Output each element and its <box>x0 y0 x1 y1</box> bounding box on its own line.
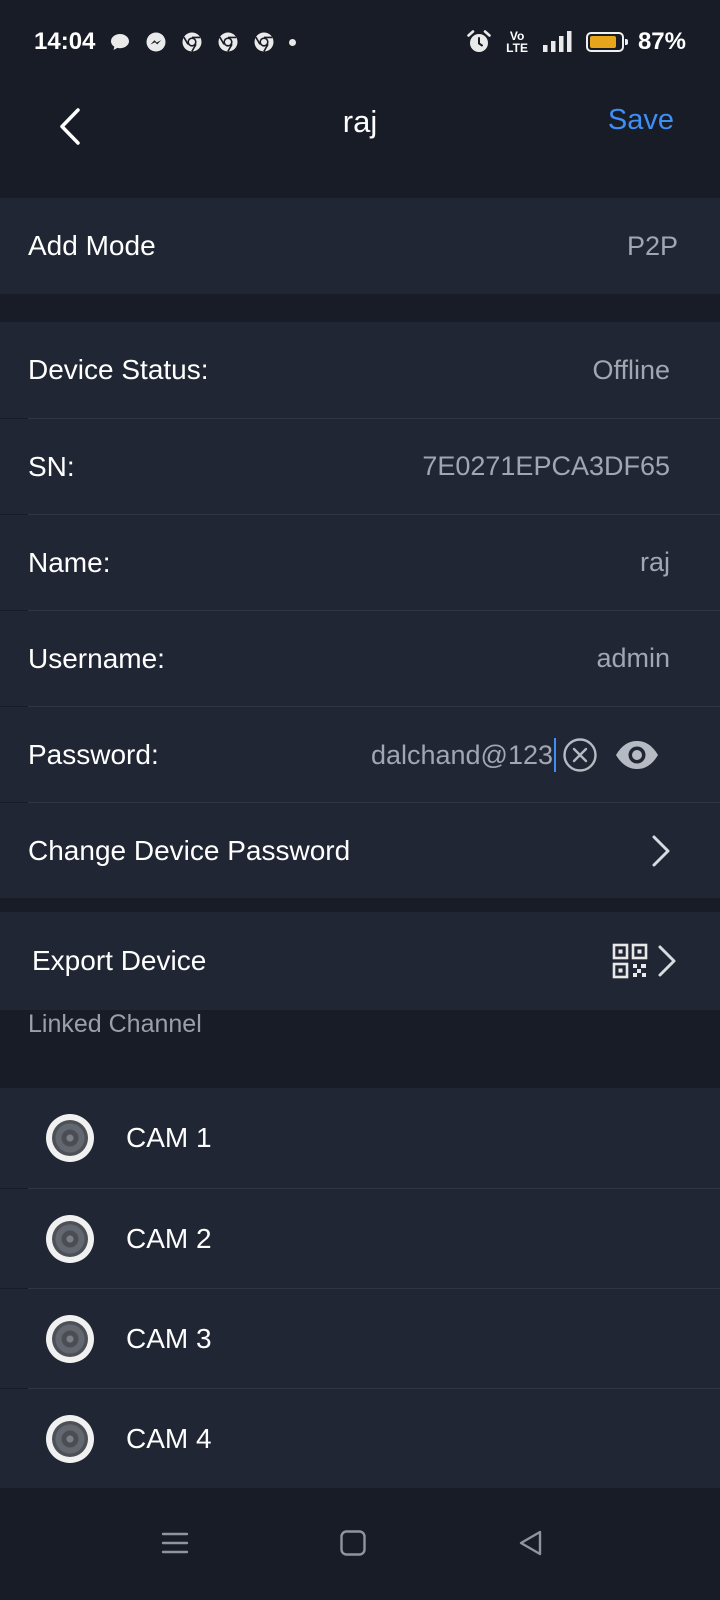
name-label: Name: <box>28 546 111 578</box>
camera-icon <box>46 1114 94 1162</box>
lte-label: LTE <box>506 41 528 55</box>
channel-row[interactable]: CAM 1 <box>0 1088 720 1188</box>
add-mode-label: Add Mode <box>28 230 156 261</box>
channel-name: CAM 3 <box>126 1322 212 1354</box>
chrome-icon <box>181 31 203 53</box>
export-device-label: Export Device <box>32 945 207 976</box>
messenger-icon <box>145 31 167 53</box>
status-bar: 14:04 Vo LTE 87% <box>0 0 720 84</box>
username-field[interactable]: admin <box>596 643 670 674</box>
camera-icon <box>46 1314 94 1363</box>
hamburger-icon <box>161 1532 189 1554</box>
change-device-password-label: Change Device Password <box>28 834 351 866</box>
alarm-icon <box>466 29 492 55</box>
clear-x-icon <box>563 737 597 772</box>
device-status-value: Offline <box>592 354 670 385</box>
change-device-password-row[interactable]: Change Device Password <box>0 803 720 898</box>
password-label: Password: <box>28 738 159 770</box>
clock: 14:04 <box>34 28 96 55</box>
menu-button[interactable] <box>160 1528 190 1558</box>
back-nav-button[interactable] <box>516 1528 546 1558</box>
chrome-icon <box>217 31 239 53</box>
app-header: raj Save <box>0 84 720 198</box>
signal-icon <box>542 30 572 54</box>
camera-lens <box>52 1120 88 1156</box>
battery-icon <box>585 32 628 52</box>
qr-code-icon <box>612 943 648 979</box>
camera-icon <box>46 1214 94 1263</box>
chevron-right-icon <box>658 945 676 977</box>
channel-name: CAM 4 <box>126 1422 212 1454</box>
more-notifications-dot-icon <box>289 38 297 46</box>
channel-row[interactable]: CAM 2 <box>0 1189 720 1288</box>
clear-password-button[interactable] <box>562 737 598 773</box>
status-bar-right: Vo LTE 87% <box>466 28 686 56</box>
chrome-icon <box>253 31 275 53</box>
username-label: Username: <box>28 642 165 674</box>
square-home-icon <box>340 1530 366 1556</box>
camera-icon <box>46 1414 94 1463</box>
device-status-label: Device Status: <box>28 354 209 385</box>
device-status-row: Device Status: Offline <box>0 322 720 418</box>
camera-lens <box>52 1320 88 1357</box>
sn-row: SN: 7E0271EPCA3DF65 <box>0 419 720 514</box>
username-row[interactable]: Username: admin <box>0 611 720 706</box>
chat-bubble-icon <box>109 31 131 53</box>
show-password-button[interactable] <box>614 737 660 773</box>
system-nav-bar <box>0 1480 720 1600</box>
channel-name: CAM 2 <box>126 1222 212 1254</box>
channel-row[interactable]: CAM 4 <box>0 1389 720 1488</box>
add-mode-row[interactable]: Add Mode P2P <box>0 198 720 294</box>
status-bar-left: 14:04 <box>34 28 297 56</box>
password-value: dalchand@123 <box>370 739 553 770</box>
home-button[interactable] <box>338 1528 368 1558</box>
sn-label: SN: <box>28 450 75 482</box>
camera-lens <box>52 1220 88 1257</box>
battery-percent: 87% <box>637 28 686 55</box>
linked-channel-title: Linked Channel <box>28 1010 202 1038</box>
battery-fill <box>589 36 617 48</box>
sn-value: 7E0271EPCA3DF65 <box>422 451 670 481</box>
name-field[interactable]: raj <box>640 547 670 578</box>
channel-name: CAM 1 <box>126 1122 212 1153</box>
triangle-back-icon <box>519 1530 542 1556</box>
save-button[interactable]: Save <box>608 104 674 137</box>
password-field[interactable]: dalchand@123 <box>370 737 556 772</box>
volte-indicator: Vo LTE <box>506 30 528 54</box>
add-mode-value: P2P <box>626 230 678 261</box>
export-device-row[interactable]: Export Device <box>0 912 720 1010</box>
name-row[interactable]: Name: raj <box>0 515 720 610</box>
eye-icon <box>616 740 658 769</box>
camera-lens <box>52 1420 88 1457</box>
channel-row[interactable]: CAM 3 <box>0 1289 720 1388</box>
chevron-right-icon <box>652 835 670 866</box>
password-row[interactable]: Password: dalchand@123 <box>0 707 720 802</box>
